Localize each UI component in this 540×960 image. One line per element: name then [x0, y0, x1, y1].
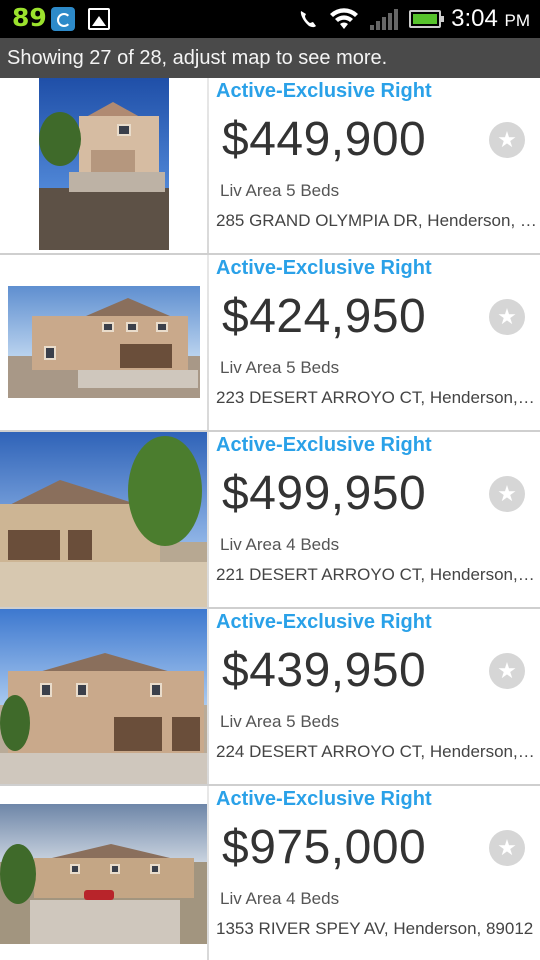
- listing-beds: Liv Area 4 Beds: [220, 535, 340, 554]
- listing-status: Active-Exclusive Right: [216, 788, 432, 810]
- listing-status: Active-Exclusive Right: [216, 257, 432, 279]
- house-photo: [8, 286, 200, 398]
- clock: 3:04 PM: [451, 5, 530, 32]
- listing-price: $975,000: [222, 821, 427, 874]
- house-photo: [0, 432, 207, 607]
- listing-thumbnail[interactable]: [0, 78, 208, 253]
- listing-address: 224 DESERT ARROYO CT, Henderson, 8...: [216, 742, 538, 761]
- app-notification-icon: [51, 7, 75, 31]
- listing-status: Active-Exclusive Right: [216, 80, 432, 102]
- card-divider: [207, 786, 209, 960]
- listing-address: 221 DESERT ARROYO CT, Henderson, 8...: [216, 565, 538, 584]
- listing-price: $439,950: [222, 644, 427, 697]
- listing-price: $449,900: [222, 113, 427, 166]
- battery-icon: [409, 10, 445, 28]
- status-bar: 89 3:04 PM: [0, 0, 540, 38]
- phone-icon: [300, 11, 317, 28]
- card-divider: [207, 609, 209, 784]
- listing-address: 285 GRAND OLYMPIA DR, Henderson, 8...: [216, 211, 538, 230]
- favorite-star-icon[interactable]: ★: [489, 830, 525, 866]
- listing-card[interactable]: Active-Exclusive Right $424,950 Liv Area…: [0, 255, 540, 432]
- favorite-star-icon[interactable]: ★: [489, 653, 525, 689]
- status-icons: 3:04 PM: [297, 0, 530, 38]
- listing-address: 1353 RIVER SPEY AV, Henderson, 89012: [216, 919, 534, 938]
- wifi-icon: [330, 8, 359, 29]
- listing-beds: Liv Area 5 Beds: [220, 712, 340, 731]
- listing-status: Active-Exclusive Right: [216, 434, 432, 456]
- listing-card[interactable]: Active-Exclusive Right $449,900 Liv Area…: [0, 78, 540, 255]
- card-divider: [207, 78, 209, 253]
- results-banner: Showing 27 of 28, adjust map to see more…: [0, 38, 540, 78]
- listing-card[interactable]: Active-Exclusive Right $975,000 Liv Area…: [0, 786, 540, 960]
- image-notification-icon: [88, 8, 110, 30]
- favorite-star-icon[interactable]: ★: [489, 299, 525, 335]
- listing-status: Active-Exclusive Right: [216, 611, 432, 633]
- signal-icon: [370, 9, 399, 30]
- listing-thumbnail[interactable]: [0, 432, 208, 607]
- listing-beds: Liv Area 4 Beds: [220, 889, 340, 908]
- favorite-star-icon[interactable]: ★: [489, 122, 525, 158]
- house-photo: [39, 78, 169, 250]
- listing-thumbnail[interactable]: [0, 609, 208, 784]
- house-photo: [0, 609, 207, 784]
- favorite-star-icon[interactable]: ★: [489, 476, 525, 512]
- listing-thumbnail[interactable]: [0, 786, 208, 960]
- listing-list[interactable]: Active-Exclusive Right $449,900 Liv Area…: [0, 78, 540, 960]
- listing-beds: Liv Area 5 Beds: [220, 358, 340, 377]
- listing-card[interactable]: Active-Exclusive Right $439,950 Liv Area…: [0, 609, 540, 786]
- listing-address: 223 DESERT ARROYO CT, Henderson, 8...: [216, 388, 538, 407]
- listing-thumbnail[interactable]: [0, 255, 208, 430]
- listing-price: $499,950: [222, 467, 427, 520]
- listing-price: $424,950: [222, 290, 427, 343]
- listing-beds: Liv Area 5 Beds: [220, 181, 340, 200]
- card-divider: [207, 255, 209, 430]
- notification-count: 89: [12, 3, 47, 32]
- card-divider: [207, 432, 209, 607]
- house-photo: [0, 804, 207, 944]
- listing-card[interactable]: Active-Exclusive Right $499,950 Liv Area…: [0, 432, 540, 609]
